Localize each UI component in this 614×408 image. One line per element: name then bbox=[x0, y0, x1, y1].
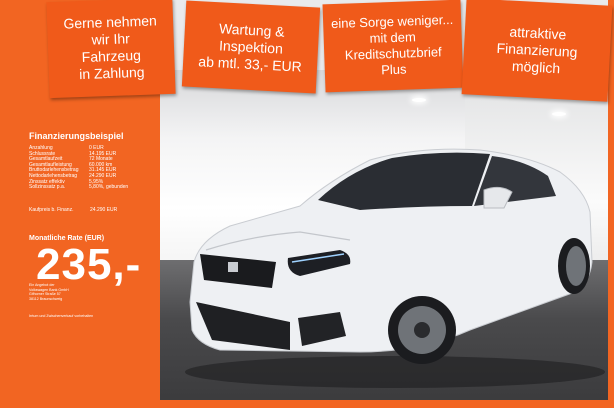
legal-note: Irrtum und Zwischenverkauf vorbehalten bbox=[29, 314, 94, 318]
banner-maintenance: Wartung & Inspektion ab mtl. 33,- EUR bbox=[181, 0, 321, 94]
finance-title: Finanzierungsbeispiel bbox=[29, 131, 124, 141]
banner-trade-in: Gerne nehmen wir Ihr Fahrzeug in Zahlung bbox=[46, 0, 176, 99]
banner-text: Wartung & Inspektion ab mtl. 33,- EUR bbox=[198, 19, 303, 75]
banner-text: eine Sorge weniger... mit dem Kreditschu… bbox=[330, 11, 454, 78]
banner-text: Gerne nehmen wir Ihr Fahrzeug in Zahlung bbox=[63, 12, 158, 83]
ad-canvas: Gerne nehmen wir Ihr Fahrzeug in Zahlung… bbox=[0, 0, 614, 408]
finance-label: Sollzinssatz p.a. bbox=[29, 184, 66, 191]
banner-text: attraktive Finanzierung möglich bbox=[496, 23, 578, 76]
orange-border-bottom bbox=[0, 400, 614, 408]
purchase-price-value: 24.290 EUR bbox=[90, 207, 118, 213]
finance-table: Anzahlung 0 EUR Schlussrate 14.195 EUR Ges… bbox=[29, 145, 159, 191]
finance-row: Sollzinssatz p.a. 5,80%, gebunden bbox=[29, 185, 159, 191]
purchase-price-label: Kaufpreis b. Finanz. bbox=[29, 207, 74, 213]
banner-financing: attraktive Finanzierung möglich bbox=[461, 0, 613, 102]
purchase-price-row: Kaufpreis b. Finanz. 24.290 EUR bbox=[29, 207, 117, 213]
lender-line: 38112 Braunschweig bbox=[29, 296, 63, 301]
banner-credit-protection: eine Sorge weniger... mit dem Kreditschu… bbox=[322, 0, 464, 93]
finance-value: 5,80%, gebunden bbox=[89, 184, 129, 191]
lender-info: Ein Angebot der Volkswagen Bank GmbH Gif… bbox=[29, 283, 129, 301]
